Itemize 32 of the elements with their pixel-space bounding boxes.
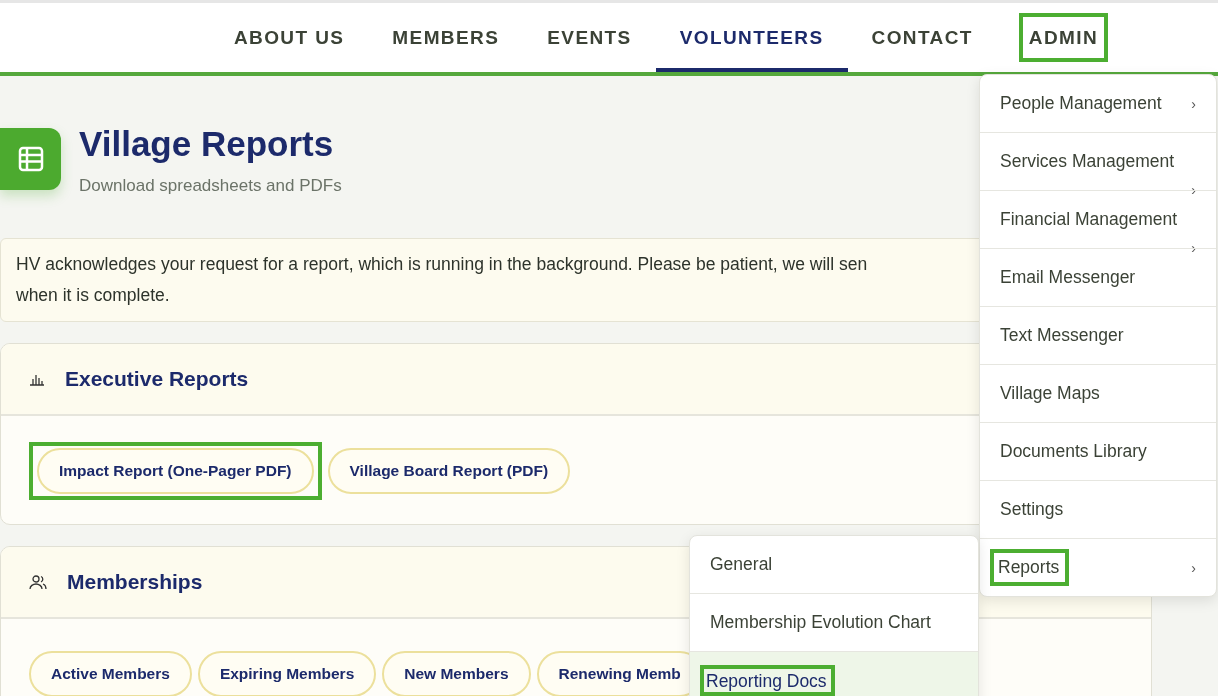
nav-link[interactable]: EVENTS — [523, 3, 656, 72]
nav-link[interactable]: ABOUT US — [209, 3, 369, 72]
report-button[interactable]: Expiring Members — [197, 651, 377, 696]
menu-item[interactable]: Text Messenger — [1000, 321, 1124, 350]
menu-item[interactable]: Financial Management — [1000, 205, 1178, 234]
menu-item[interactable]: People Management — [1000, 89, 1162, 118]
menu-item[interactable]: Email Messenger — [1000, 263, 1136, 292]
report-button[interactable]: Impact Report (One-Pager PDF) — [37, 448, 314, 494]
report-button[interactable]: Village Board Report (PDF) — [327, 448, 571, 494]
report-button[interactable]: Active Members — [29, 651, 192, 696]
menu-item[interactable]: Documents Library — [1000, 437, 1147, 466]
chevron-icon: › — [1191, 559, 1196, 576]
spreadsheet-icon — [0, 128, 61, 190]
bar-chart-icon — [29, 372, 45, 386]
alert-text: HV acknowledges your request for a report, which is running in the background. Please be patient, we will sen — [16, 253, 868, 276]
page-title: Village Reports — [79, 124, 335, 164]
menu-item[interactable]: Services Management — [1000, 147, 1175, 176]
alert-text: when it is complete. — [16, 284, 170, 307]
menu-item[interactable]: Village Maps — [1000, 379, 1100, 408]
card-title: Executive Reports — [65, 367, 249, 391]
people-icon — [29, 574, 47, 590]
nav-link[interactable]: MEMBERS — [368, 3, 524, 72]
nav-link[interactable]: VOLUNTEERS — [655, 3, 848, 72]
card-title: Memberships — [67, 570, 203, 594]
submenu-item[interactable]: Membership Evolution Chart — [710, 610, 931, 635]
submenu-item[interactable]: General — [710, 552, 773, 577]
nav-link[interactable]: ADMIN — [1008, 3, 1119, 72]
nav-link[interactable]: CONTACT — [847, 3, 997, 72]
page-subtitle: Download spreadsheets and PDFs — [79, 176, 342, 196]
menu-item[interactable]: Settings — [1000, 495, 1064, 524]
report-button[interactable]: New Members — [382, 651, 531, 696]
chevron-icon: › — [1191, 95, 1196, 112]
